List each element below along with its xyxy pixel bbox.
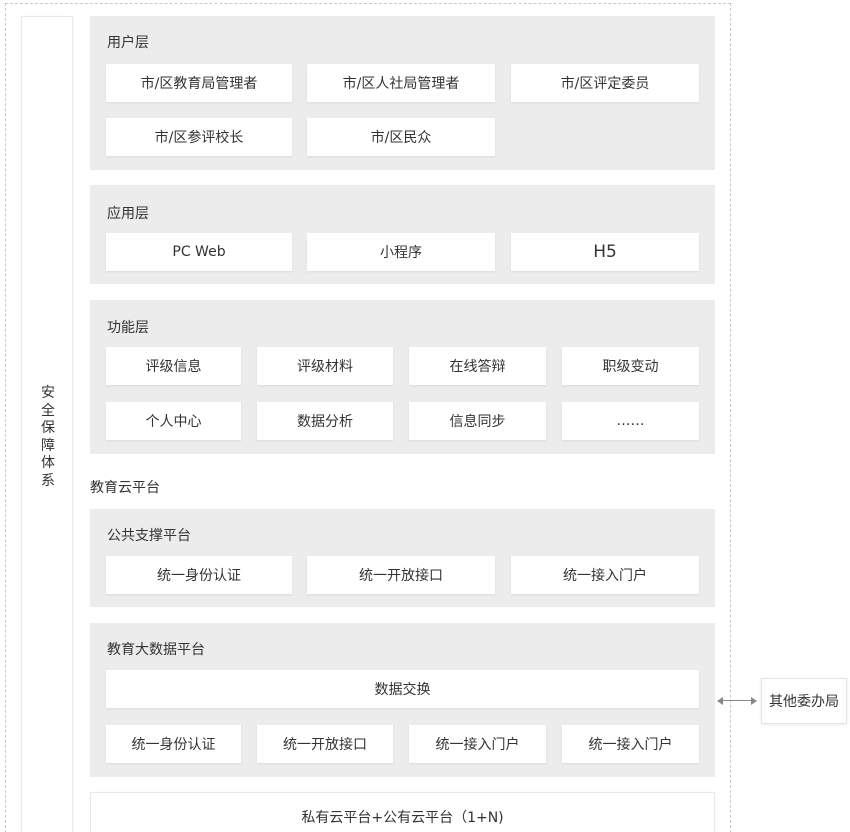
user-item: 市/区参评校长 [106,118,292,156]
user-item: 市/区人社局管理者 [307,64,495,102]
public-support-title: 公共支撑平台 [107,528,191,544]
user-layer-title: 用户层 [107,35,149,51]
cloud-infrastructure-bar: 私有云平台+公有云平台（1+N) [90,792,715,832]
security-system-column: 安 全 保 障 体 系 [21,16,73,832]
big-data-item: 统一接入门户 [409,725,546,763]
function-item: 在线答辩 [409,347,546,385]
function-item: 信息同步 [409,402,546,440]
app-item: 小程序 [307,233,495,271]
support-item: 统一接入门户 [511,556,699,594]
cloud-platform-label: 教育云平台 [90,480,160,496]
app-layer-title: 应用层 [107,206,149,222]
user-item: 市/区评定委员 [511,64,699,102]
function-item: …… [562,402,699,440]
public-support-platform: 公共支撑平台 统一身份认证 统一开放接口 统一接入门户 [90,509,715,607]
security-system-label: 安 全 保 障 体 系 [41,385,55,489]
other-agencies-box: 其他委办局 [761,678,847,724]
bidirectional-arrow-icon [717,697,757,705]
app-item: H5 [511,233,699,271]
function-item: 评级信息 [106,347,241,385]
cloud-infrastructure-label: 私有云平台+公有云平台（1+N) [301,810,504,826]
function-item: 数据分析 [257,402,393,440]
support-item: 统一身份认证 [106,556,292,594]
app-layer: 应用层 PC Web 小程序 H5 [90,185,715,284]
support-item: 统一开放接口 [307,556,495,594]
function-item: 个人中心 [106,402,241,440]
big-data-title: 教育大数据平台 [107,642,205,658]
user-layer: 用户层 市/区教育局管理者 市/区人社局管理者 市/区评定委员 市/区参评校长 … [90,16,715,170]
big-data-item: 统一接入门户 [562,725,699,763]
function-layer-title: 功能层 [107,320,149,336]
big-data-item: 统一开放接口 [257,725,393,763]
education-big-data-platform: 教育大数据平台 数据交换 统一身份认证 统一开放接口 统一接入门户 统一接入门户 [90,623,715,777]
function-item: 职级变动 [562,347,699,385]
function-item: 评级材料 [257,347,393,385]
app-item: PC Web [106,233,292,271]
big-data-item: 统一身份认证 [106,725,241,763]
data-exchange-box: 数据交换 [106,670,699,708]
function-layer: 功能层 评级信息 评级材料 在线答辩 职级变动 个人中心 数据分析 信息同步 …… [90,300,715,454]
user-item: 市/区民众 [307,118,495,156]
user-item: 市/区教育局管理者 [106,64,292,102]
